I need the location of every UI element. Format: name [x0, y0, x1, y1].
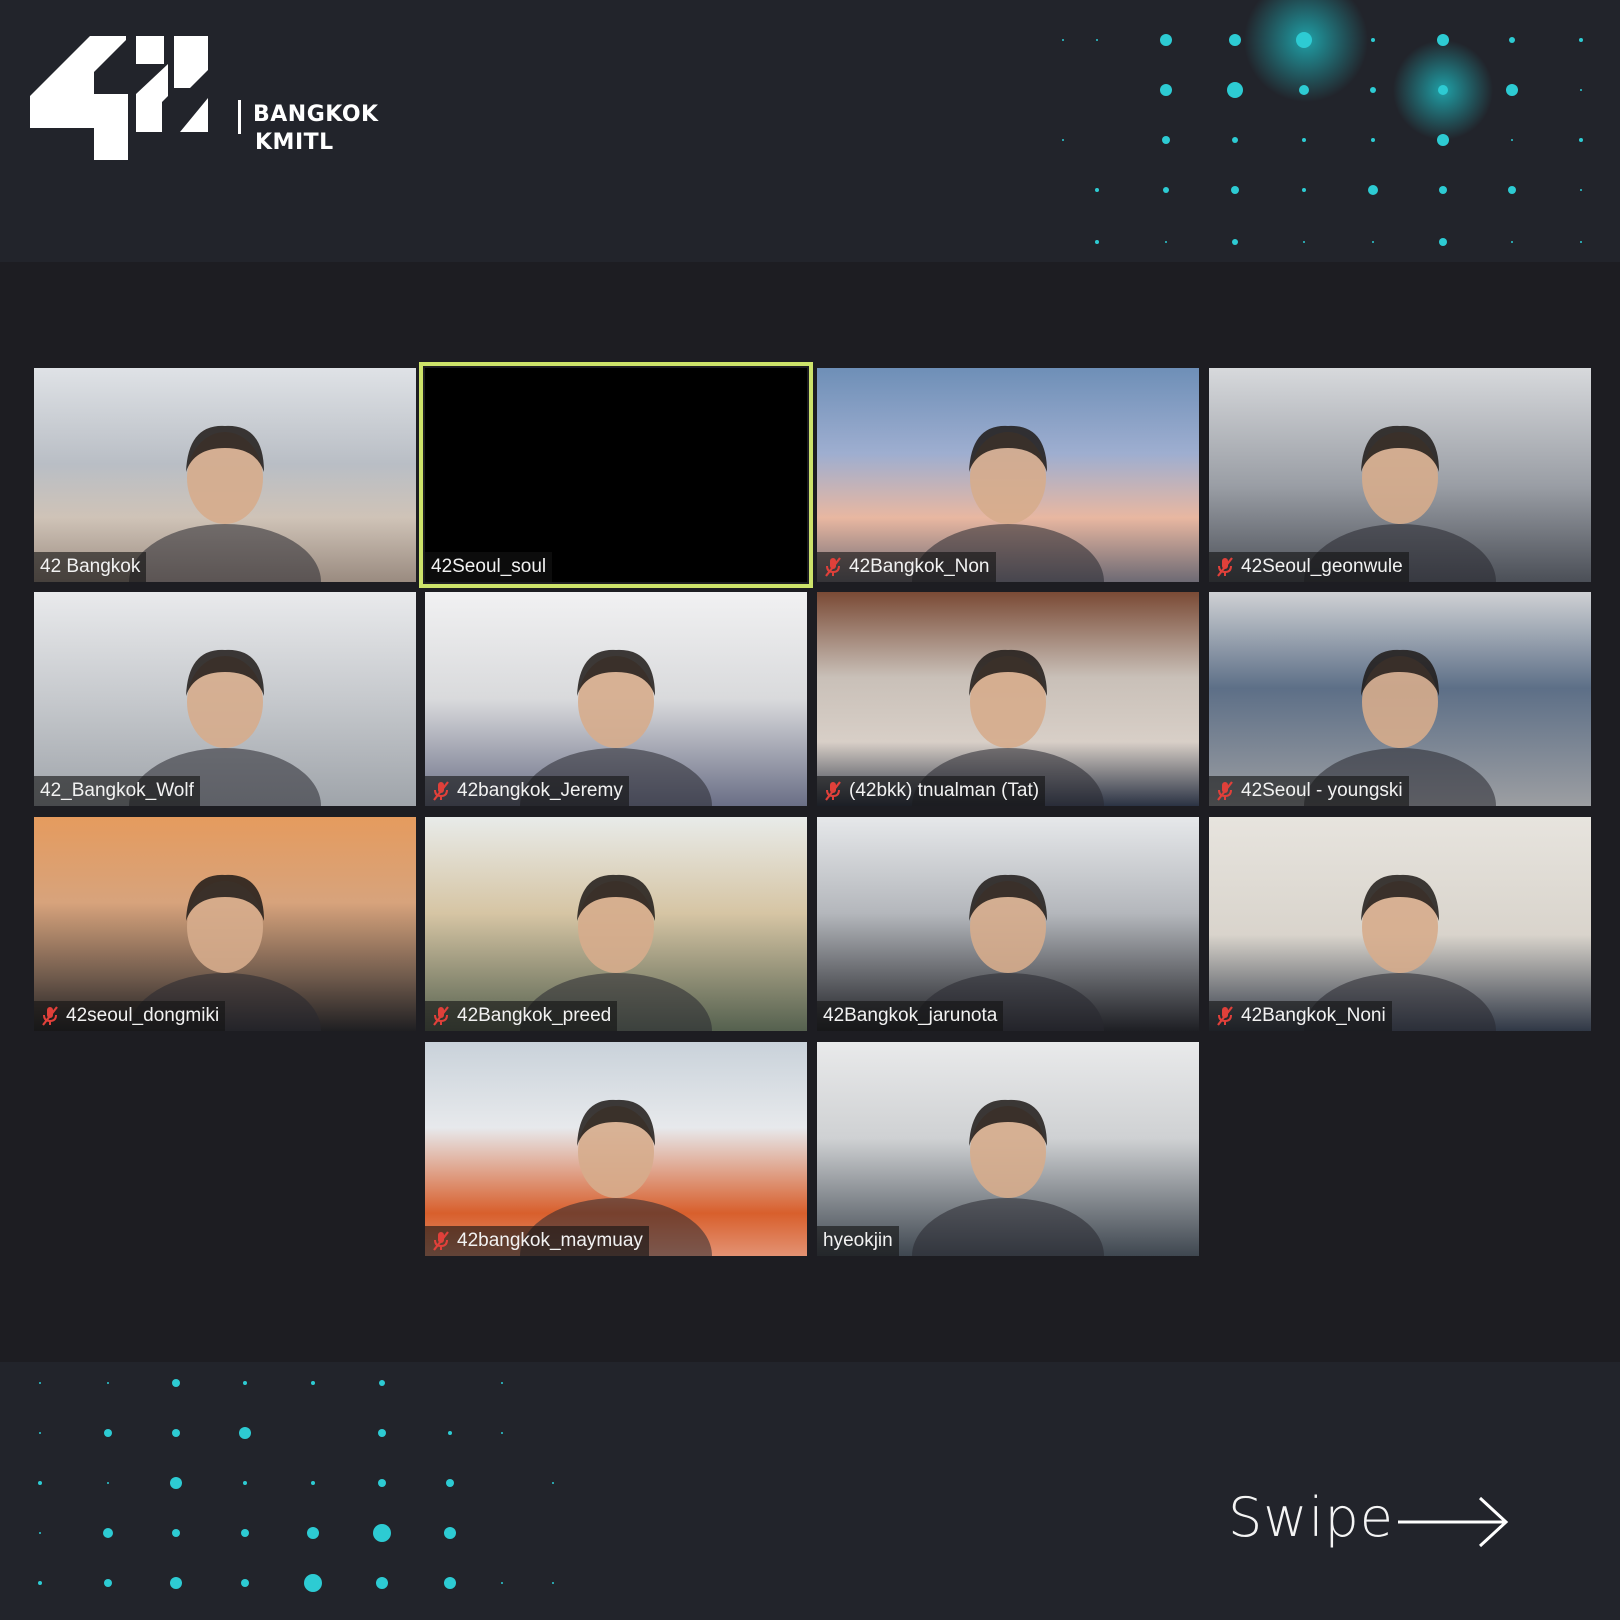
video-tile[interactable]: 42Bangkok_Noni — [1209, 817, 1591, 1031]
participant-silhouette — [912, 649, 1104, 806]
participant-nameplate: hyeokjin — [817, 1226, 899, 1256]
video-tile[interactable]: (42bkk) tnualman (Tat) — [817, 592, 1199, 806]
participant-nameplate: 42Bangkok_Noni — [1209, 1001, 1392, 1031]
video-tile[interactable]: 42Seoul_geonwule — [1209, 368, 1591, 582]
participant-video — [817, 817, 1199, 1031]
participant-video — [1209, 592, 1591, 806]
video-tile[interactable]: 42Bangkok_preed — [425, 817, 807, 1031]
participant-silhouette — [129, 425, 321, 582]
participant-silhouette — [912, 874, 1104, 1031]
participant-nameplate: 42bangkok_maymuay — [425, 1226, 649, 1256]
video-tile[interactable]: 42Bangkok_jarunota — [817, 817, 1199, 1031]
participant-nameplate: 42bangkok_Jeremy — [425, 776, 629, 806]
participant-nameplate: 42 Bangkok — [34, 552, 147, 582]
participant-silhouette — [129, 649, 321, 806]
participant-video — [425, 817, 807, 1031]
participant-name: 42seoul_dongmiki — [66, 1005, 220, 1026]
video-tile[interactable]: 42 Bangkok — [34, 368, 416, 582]
participant-name: 42Bangkok_preed — [457, 1005, 612, 1026]
participant-name: 42Seoul_geonwule — [1241, 556, 1403, 577]
participant-video — [34, 817, 416, 1031]
participant-nameplate: 42_Bangkok_Wolf — [34, 776, 200, 806]
participant-silhouette — [912, 1099, 1104, 1256]
participant-name: 42_Bangkok_Wolf — [40, 780, 194, 801]
participant-video — [425, 1042, 807, 1256]
participant-name: 42bangkok_Jeremy — [457, 780, 623, 801]
participant-nameplate: 42Seoul_soul — [425, 552, 553, 582]
participant-silhouette — [1304, 425, 1496, 582]
mic-off-icon — [825, 781, 841, 801]
participant-video — [34, 592, 416, 806]
participant-silhouette — [1304, 874, 1496, 1031]
mic-off-icon — [42, 1006, 58, 1026]
participant-video — [1209, 817, 1591, 1031]
participant-nameplate: 42Bangkok_preed — [425, 1001, 618, 1031]
participant-nameplate: 42Bangkok_Non — [817, 552, 996, 582]
participant-video — [425, 592, 807, 806]
participant-name: 42Seoul_soul — [431, 556, 547, 577]
video-tile[interactable]: hyeokjin — [817, 1042, 1199, 1256]
participant-silhouette — [912, 425, 1104, 582]
participant-silhouette — [1304, 649, 1496, 806]
participant-silhouette — [520, 649, 712, 806]
participant-name: 42Bangkok_Noni — [1241, 1005, 1386, 1026]
mic-off-icon — [1217, 557, 1233, 577]
video-tile[interactable]: 42bangkok_maymuay — [425, 1042, 807, 1256]
participant-video — [817, 368, 1199, 582]
participant-video — [1209, 368, 1591, 582]
video-tile[interactable]: 42Seoul - youngski — [1209, 592, 1591, 806]
participant-name: 42 Bangkok — [40, 556, 141, 577]
mic-off-icon — [433, 781, 449, 801]
video-tile-active-speaker[interactable]: 42Seoul_soul — [419, 362, 813, 588]
video-tile[interactable]: 42Bangkok_Non — [817, 368, 1199, 582]
video-tile[interactable]: 42_Bangkok_Wolf — [34, 592, 416, 806]
participant-nameplate: 42seoul_dongmiki — [34, 1001, 226, 1031]
mic-off-icon — [1217, 781, 1233, 801]
arrow-right-icon[interactable] — [1396, 1494, 1510, 1550]
participant-name: 42Bangkok_jarunota — [823, 1005, 998, 1026]
participant-silhouette — [129, 874, 321, 1031]
participant-name: 42Seoul - youngski — [1241, 780, 1403, 801]
participant-nameplate: 42Seoul_geonwule — [1209, 552, 1409, 582]
mic-off-icon — [1217, 1006, 1233, 1026]
participant-video — [34, 368, 416, 582]
participant-name: hyeokjin — [823, 1230, 893, 1251]
mic-off-icon — [433, 1006, 449, 1026]
participant-name: 42Bangkok_Non — [849, 556, 990, 577]
mic-off-icon — [433, 1231, 449, 1251]
participant-nameplate: 42Seoul - youngski — [1209, 776, 1409, 806]
video-off-placeholder — [425, 368, 807, 582]
participant-video — [817, 592, 1199, 806]
participant-silhouette — [520, 874, 712, 1031]
participant-nameplate: (42bkk) tnualman (Tat) — [817, 776, 1046, 806]
swipe-label[interactable]: Swipe — [1228, 1486, 1394, 1549]
participant-video — [817, 1042, 1199, 1256]
video-tile[interactable]: 42seoul_dongmiki — [34, 817, 416, 1031]
participant-nameplate: 42Bangkok_jarunota — [817, 1001, 1004, 1031]
participant-name: 42bangkok_maymuay — [457, 1230, 643, 1251]
participant-name: (42bkk) tnualman (Tat) — [849, 780, 1040, 801]
participant-silhouette — [520, 1099, 712, 1256]
mic-off-icon — [825, 557, 841, 577]
video-tile[interactable]: 42bangkok_Jeremy — [425, 592, 807, 806]
